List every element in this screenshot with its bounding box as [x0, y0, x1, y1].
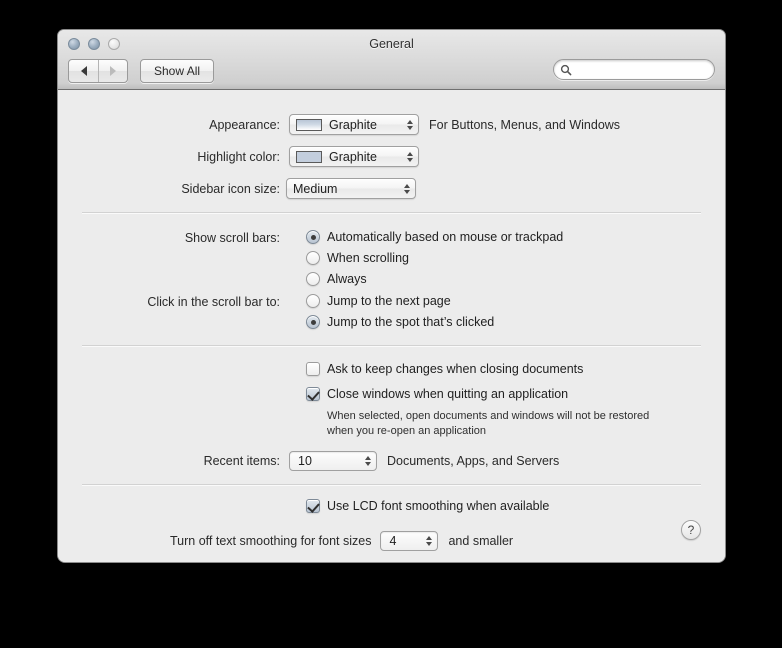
highlight-color-swatch	[296, 150, 322, 163]
preferences-content: Appearance: Graphite For Buttons, Menus,…	[58, 90, 725, 562]
sidebar-icon-size-value: Medium	[293, 181, 338, 196]
chevron-up-icon	[365, 456, 371, 460]
navigation-segmented-control	[68, 59, 128, 83]
chevron-up-icon	[407, 151, 413, 156]
radio-button-icon	[306, 230, 320, 244]
text-smoothing-value: 4	[389, 534, 397, 548]
radio-option-label: When scrolling	[327, 251, 409, 265]
search-field[interactable]	[553, 59, 725, 80]
appearance-stepper-arrows[interactable]	[407, 119, 413, 130]
separator-1	[82, 212, 701, 213]
back-arrow-icon	[80, 66, 87, 76]
separator-3	[82, 484, 701, 485]
forward-arrow-icon	[110, 66, 116, 76]
chevron-down-icon	[407, 157, 413, 162]
recent-items-stepper[interactable]: 10	[289, 451, 377, 471]
scroll-bar-click-radio-group: Jump to the next page Jump to the spot t…	[306, 294, 494, 329]
highlight-color-popup-button[interactable]: Graphite	[289, 146, 419, 167]
radio-option-spot-clicked[interactable]: Jump to the spot that’s clicked	[306, 315, 494, 329]
appearance-color-swatch	[296, 118, 322, 131]
close-windows-help-text: When selected, open documents and window…	[327, 410, 650, 437]
window-title: General	[369, 37, 414, 51]
scroll-bar-click-label: Click in the scroll bar to:	[147, 295, 280, 309]
radio-button-icon	[306, 294, 320, 308]
radio-option-label: Jump to the next page	[327, 294, 451, 308]
radio-button-icon	[306, 272, 320, 286]
chevron-down-icon	[365, 462, 371, 466]
show-all-label: Show All	[154, 64, 201, 78]
search-icon	[560, 64, 572, 76]
show-scroll-bars-label: Show scroll bars:	[184, 231, 280, 245]
radio-option-when-scrolling[interactable]: When scrolling	[306, 251, 563, 265]
help-button-label: ?	[687, 523, 695, 537]
desktop-background: General Show All Appearance: Graphite Fo…	[0, 0, 782, 648]
show-scroll-bars-radio-group: Automatically based on mouse or trackpad…	[306, 230, 563, 293]
chevron-up-icon	[426, 536, 433, 540]
separator-2	[82, 345, 701, 346]
radio-button-icon	[306, 251, 320, 265]
radio-option-label: Automatically based on mouse or trackpad	[327, 230, 564, 244]
text-smoothing-stepper-arrows[interactable]	[426, 536, 433, 546]
chevron-down-icon	[426, 542, 433, 546]
radio-button-icon	[306, 315, 320, 329]
system-preferences-window: General Show All Appearance: Graphite Fo…	[58, 30, 725, 562]
lcd-font-smoothing-checkbox[interactable]: Use LCD font smoothing when available	[306, 499, 549, 513]
checkbox-icon	[306, 499, 320, 513]
ask-keep-changes-label: Ask to keep changes when closing documen…	[327, 362, 584, 376]
sidebar-icon-size-stepper-arrows[interactable]	[404, 183, 410, 194]
sidebar-icon-size-popup-button[interactable]: Medium	[286, 178, 416, 199]
show-all-button[interactable]: Show All	[140, 59, 215, 83]
recent-items-label: Recent items:	[203, 454, 280, 468]
chevron-up-icon	[407, 119, 413, 124]
radio-option-always[interactable]: Always	[306, 272, 563, 286]
checkbox-icon	[306, 362, 320, 376]
chevron-up-icon	[404, 183, 410, 188]
appearance-label: Appearance:	[209, 117, 280, 132]
close-windows-label: Close windows when quitting an applicati…	[327, 387, 569, 401]
radio-option-next-page[interactable]: Jump to the next page	[306, 294, 494, 308]
help-button[interactable]: ?	[681, 520, 701, 540]
text-smoothing-suffix: and smaller	[448, 534, 514, 548]
appearance-popup-button[interactable]: Graphite	[289, 114, 419, 135]
appearance-value: Graphite	[329, 117, 377, 132]
window-toolbar: General Show All	[58, 30, 725, 90]
highlight-color-stepper-arrows[interactable]	[407, 151, 413, 162]
checkbox-icon	[306, 387, 320, 401]
forward-button[interactable]	[98, 60, 127, 82]
back-button[interactable]	[69, 60, 98, 82]
recent-items-stepper-arrows[interactable]	[365, 456, 371, 466]
ask-keep-changes-checkbox[interactable]: Ask to keep changes when closing documen…	[306, 362, 583, 376]
radio-option-automatically[interactable]: Automatically based on mouse or trackpad	[306, 230, 563, 244]
appearance-hint: For Buttons, Menus, and Windows	[429, 117, 621, 132]
chevron-down-icon	[407, 125, 413, 130]
text-smoothing-prefix: Turn off text smoothing for font sizes	[170, 534, 372, 548]
text-smoothing-stepper[interactable]: 4	[380, 531, 439, 551]
lcd-font-smoothing-label: Use LCD font smoothing when available	[327, 499, 550, 513]
radio-option-label: Jump to the spot that’s clicked	[327, 315, 495, 329]
search-input[interactable]	[574, 61, 725, 78]
chevron-down-icon	[404, 189, 410, 194]
radio-option-label: Always	[327, 272, 367, 286]
sidebar-icon-size-label: Sidebar icon size:	[181, 181, 280, 196]
highlight-color-label: Highlight color:	[197, 149, 280, 164]
recent-items-value: 10	[298, 454, 312, 468]
close-windows-checkbox[interactable]: Close windows when quitting an applicati…	[306, 387, 568, 401]
highlight-color-value: Graphite	[329, 149, 377, 164]
recent-items-suffix: Documents, Apps, and Servers	[387, 454, 560, 468]
